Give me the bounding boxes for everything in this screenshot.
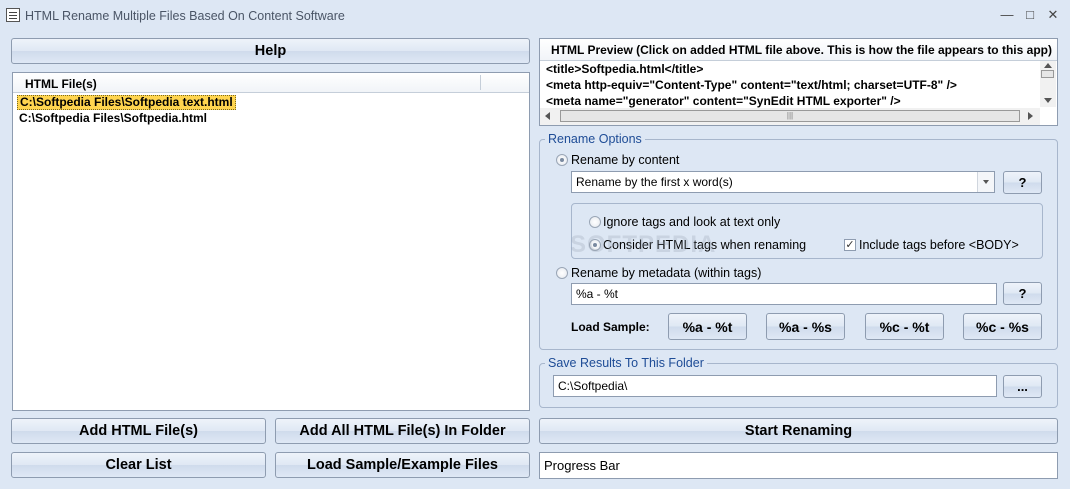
maximize-button[interactable]: □ — [1019, 5, 1041, 25]
load-sample-label: Load Sample: — [571, 320, 650, 334]
load-sample-files-button[interactable]: Load Sample/Example Files — [275, 452, 530, 478]
dropdown-button[interactable] — [977, 172, 994, 192]
content-help-button[interactable]: ? — [1003, 171, 1042, 194]
include-before-body-checkbox[interactable]: ✓ — [844, 239, 856, 251]
h-scroll-thumb[interactable]: ||| — [560, 110, 1020, 122]
list-item[interactable]: C:\Softpedia Files\Softpedia text.html — [17, 95, 236, 110]
sample-c-s-button[interactable]: %c - %s — [963, 313, 1042, 340]
ignore-tags-radio[interactable] — [589, 216, 601, 228]
preview-line: <title>Softpedia.html</title> — [546, 62, 704, 76]
rename-options-title: Rename Options — [545, 132, 645, 146]
content-mode-select[interactable]: Rename by the first x word(s) — [571, 171, 995, 193]
chevron-down-icon — [983, 180, 989, 184]
html-preview-panel: HTML Preview (Click on added HTML file a… — [539, 38, 1058, 126]
ignore-tags-label: Ignore tags and look at text only — [603, 215, 781, 229]
metadata-pattern-input[interactable]: %a - %t — [571, 283, 997, 305]
sample-c-t-button[interactable]: %c - %t — [865, 313, 944, 340]
minimize-button[interactable]: — — [996, 5, 1018, 25]
file-list[interactable]: HTML File(s) C:\Softpedia Files\Softpedi… — [12, 72, 530, 411]
rename-by-metadata-label: Rename by metadata (within tags) — [571, 266, 762, 280]
content-mode-value: Rename by the first x word(s) — [576, 175, 733, 189]
rename-by-metadata-radio[interactable] — [556, 267, 568, 279]
add-folder-button[interactable]: Add All HTML File(s) In Folder — [275, 418, 530, 444]
file-list-header-label: HTML File(s) — [25, 77, 97, 91]
column-divider — [480, 75, 481, 90]
browse-folder-button[interactable]: ... — [1003, 375, 1042, 398]
window-title: HTML Rename Multiple Files Based On Cont… — [25, 9, 345, 23]
help-button[interactable]: Help — [11, 38, 530, 64]
app-icon — [6, 8, 20, 22]
scroll-up-icon[interactable] — [1044, 63, 1052, 68]
save-results-title: Save Results To This Folder — [545, 356, 707, 370]
scroll-left-icon[interactable] — [545, 112, 550, 120]
output-folder-input[interactable]: C:\Softpedia\ — [553, 375, 997, 397]
clear-list-button[interactable]: Clear List — [11, 452, 266, 478]
sample-a-s-button[interactable]: %a - %s — [766, 313, 845, 340]
start-renaming-button[interactable]: Start Renaming — [539, 418, 1058, 444]
file-list-header[interactable]: HTML File(s) — [13, 73, 529, 93]
progress-bar: Progress Bar — [539, 452, 1058, 479]
preview-line: <meta name="generator" content="SynEdit … — [546, 94, 901, 108]
watermark: SOFTPEDIA — [570, 231, 717, 258]
rename-by-content-radio[interactable] — [556, 154, 568, 166]
scroll-down-icon[interactable] — [1044, 98, 1052, 103]
rename-by-content-label: Rename by content — [571, 153, 680, 167]
add-html-files-button[interactable]: Add HTML File(s) — [11, 418, 266, 444]
sample-a-t-button[interactable]: %a - %t — [668, 313, 747, 340]
include-before-body-label: Include tags before <BODY> — [859, 238, 1019, 252]
horizontal-scrollbar[interactable]: ||| — [540, 108, 1040, 125]
vertical-scrollbar[interactable] — [1040, 61, 1056, 107]
close-button[interactable]: ✕ — [1042, 5, 1064, 25]
list-item[interactable]: C:\Softpedia Files\Softpedia.html — [19, 112, 207, 127]
preview-line: <meta http-equiv="Content-Type" content=… — [546, 78, 957, 92]
html-preview-header: HTML Preview (Click on added HTML file a… — [540, 39, 1057, 61]
scroll-right-icon[interactable] — [1028, 112, 1033, 120]
metadata-help-button[interactable]: ? — [1003, 282, 1042, 305]
scroll-thumb[interactable] — [1041, 70, 1054, 78]
